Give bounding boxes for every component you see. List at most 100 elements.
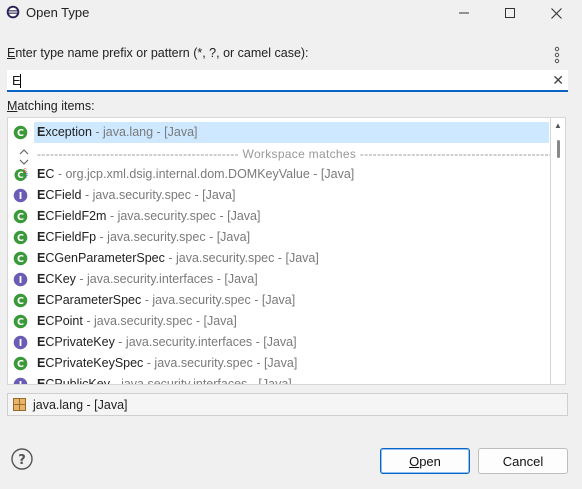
minimize-icon [459,12,469,14]
type-name-rest: CField [45,188,82,202]
package-icon [13,398,26,411]
search-prompt-label: Enter type name prefix or pattern (*, ?,… [7,46,309,60]
class-icon: C [13,230,28,245]
workspace-matches-separator: ----------------------------------------… [37,147,552,161]
matching-items-list[interactable]: C Exception - java.lang - [Java] -------… [7,117,552,385]
close-icon [550,7,562,19]
view-menu-icon[interactable] [553,46,561,64]
type-name-rest: CFieldF2m [45,209,107,223]
selected-package-bar: java.lang - [Java] [7,393,568,416]
svg-text:C: C [17,233,24,244]
open-mnemonic: O [409,453,420,469]
type-qualifier: - java.security.spec - [Java] [143,356,298,370]
list-item[interactable]: C S F EC - org.jcp.xml.dsig.internal.dom… [8,164,549,185]
list-item-label: ECField - java.security.spec - [Java] [37,188,235,202]
svg-text:I: I [19,338,23,349]
type-name-rest: CKey [45,272,76,286]
type-qualifier: - java.lang - [Java] [91,125,198,139]
class-icon: C [13,251,28,266]
list-item-label: EC - org.jcp.xml.dsig.internal.dom.DOMKe… [37,167,354,181]
cancel-button-label: Cancel [502,453,544,469]
open-button-label: Open [409,454,441,469]
type-name-rest: CPrivateKeySpec [45,356,144,370]
window-title: Open Type [26,5,90,20]
text-caret [20,74,21,88]
type-qualifier: - java.security.spec - [Java] [141,293,296,307]
list-item[interactable]: I ECField - java.security.spec - [Java] [8,185,549,206]
type-name-rest: CPublicKey [45,377,110,385]
list-item[interactable]: I ECKey - java.security.interfaces - [Ja… [8,269,549,290]
maximize-button[interactable] [487,0,533,26]
help-icon[interactable]: ? [11,448,33,470]
list-item-label: ECGenParameterSpec - java.security.spec … [37,251,319,265]
list-item[interactable]: I ECPrivateKey - java.security.interface… [8,332,549,353]
class-icon: C [13,314,28,329]
close-button[interactable] [533,0,579,26]
type-qualifier: - java.security.spec - [Java] [106,209,261,223]
list-item-label: ECFieldFp - java.security.spec - [Java] [37,230,250,244]
list-item-label: ECParameterSpec - java.security.spec - [… [37,293,295,307]
svg-text:C: C [17,254,24,265]
matching-items-label: Matching items: [7,99,95,113]
list-item[interactable]: C ECGenParameterSpec - java.security.spe… [8,248,549,269]
type-name-rest: CPrivateKey [45,335,115,349]
list-item[interactable]: C ECFieldF2m - java.security.spec - [Jav… [8,206,549,227]
svg-text:F: F [25,173,28,180]
class-icon: C [13,209,28,224]
svg-text:C: C [17,317,24,328]
type-search-input[interactable]: E ✕ [7,70,568,92]
type-qualifier: - org.jcp.xml.dsig.internal.dom.DOMKeyVa… [54,167,355,181]
class-static-final-icon: C S F [14,168,28,181]
scroll-up-icon[interactable]: ▲ [554,121,562,130]
type-qualifier: - java.security.interfaces - [Java] [75,272,258,286]
matching-text: atching items: [17,99,95,113]
list-item-label: ECPublicKey - java.security.interfaces -… [37,377,292,385]
open-button[interactable]: Open [380,448,470,474]
list-item[interactable]: C ECPrivateKeySpec - java.security.spec … [8,353,549,374]
title-bar: Open Type [0,0,582,26]
svg-text:I: I [19,191,23,202]
svg-text:?: ? [18,453,26,468]
matching-mnemonic: M [7,99,18,113]
open-label-rest: pen [419,453,441,469]
list-scrollbar[interactable]: ▲ [550,117,566,385]
scrollbar-thumb[interactable] [557,140,560,158]
type-qualifier: - java.security.spec - [Java] [164,251,319,265]
eclipse-icon [6,5,20,19]
list-item[interactable]: I ECPublicKey - java.security.interfaces… [8,374,549,385]
type-qualifier: - java.security.spec - [Java] [81,188,236,202]
type-name-rest: CFieldFp [45,230,97,244]
svg-text:C: C [17,128,24,139]
cancel-button[interactable]: Cancel [478,448,568,474]
list-item-label: ECKey - java.security.interfaces - [Java… [37,272,258,286]
list-item-label: ECPrivateKeySpec - java.security.spec - … [37,356,297,370]
type-name-rest: xception [45,125,92,139]
type-qualifier: - java.security.spec - [Java] [82,314,237,328]
minimize-button[interactable] [441,0,487,26]
list-item[interactable]: C Exception - java.lang - [Java] [8,122,549,143]
type-name-rest: CParameterSpec [45,293,142,307]
type-name-rest: CGenParameterSpec [45,251,165,265]
interface-icon: I [13,335,28,350]
list-item[interactable]: C ECParameterSpec - java.security.spec -… [8,290,549,311]
list-item[interactable]: C ECFieldFp - java.security.spec - [Java… [8,227,549,248]
type-qualifier: - java.security.interfaces - [Java] [109,377,292,385]
list-item-label: ECPoint - java.security.spec - [Java] [37,314,237,328]
interface-icon: I [13,377,28,384]
class-icon: C [13,125,28,140]
svg-text:C: C [17,359,24,370]
svg-text:C: C [17,212,24,223]
list-item-label: ECFieldF2m - java.security.spec - [Java] [37,209,260,223]
class-icon: C [13,293,28,308]
interface-icon: I [13,188,28,203]
type-qualifier: - java.security.interfaces - [Java] [114,335,297,349]
interface-icon: I [13,272,28,287]
package-text: java.lang - [Java] [33,398,128,412]
list-item-label: Exception - java.lang - [Java] [37,125,198,139]
maximize-icon [505,8,515,18]
list-item-label: ECPrivateKey - java.security.interfaces … [37,335,297,349]
type-qualifier: - java.security.spec - [Java] [96,230,251,244]
clear-search-icon[interactable]: ✕ [552,73,564,87]
prompt-text: nter type name prefix or pattern (*, ?, … [15,46,309,60]
list-item[interactable]: C ECPoint - java.security.spec - [Java] [8,311,549,332]
